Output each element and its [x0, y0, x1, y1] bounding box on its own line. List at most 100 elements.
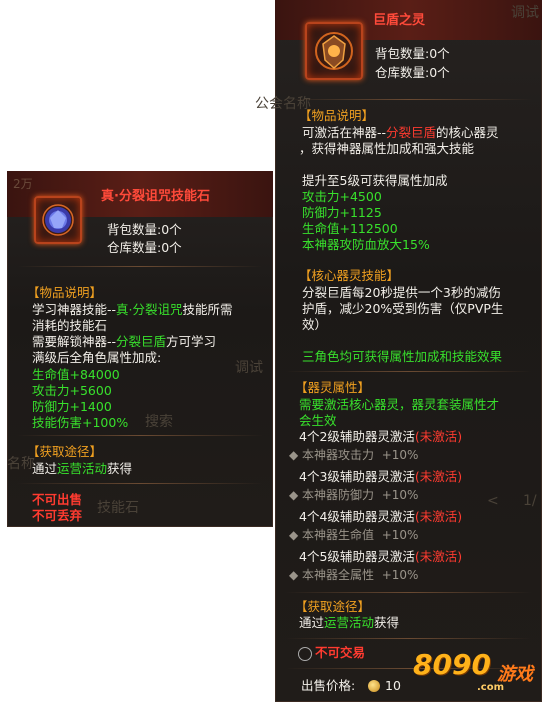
bg-nav-arrow: < — [487, 493, 499, 509]
right-need-line2: 会生效 — [299, 413, 337, 428]
artifact-skill-name: 真·分裂诅咒 — [116, 302, 183, 317]
bg-text-2wan: 2万 — [13, 177, 33, 191]
right-upgrade-note: 提升至5级可获得属性加成 — [302, 173, 448, 188]
bg-text-search: 搜索 — [145, 414, 173, 430]
text: 的核心器灵 — [436, 125, 499, 140]
flag-not-sellable: 不可出售 — [32, 492, 83, 507]
left-desc-line4: 满级后全角色属性加成: — [32, 350, 162, 365]
text: +10% — [381, 568, 419, 582]
inactive-state: (未激活) — [414, 429, 463, 444]
bg-text-debug: 调试 — [511, 5, 539, 21]
divider — [285, 371, 532, 372]
left-desc-line2: 消耗的技能石 — [32, 318, 108, 333]
text: 本神器全属性 — [302, 568, 375, 582]
right-stat-def: 防御力+1125 — [302, 205, 382, 220]
text: 通过 — [299, 615, 325, 630]
left-section-desc: 【物品说明】 — [27, 285, 103, 300]
left-desc-line3: 需要解锁神器--分裂巨盾方可学习 — [32, 334, 216, 350]
site-watermark: 8090 游戏 .com — [413, 648, 538, 698]
watermark-brand: 8090 — [413, 648, 491, 681]
set-bonus-3-attr: ◆ 本神器生命值 +10% — [289, 528, 419, 542]
set-bonus-2-attr: ◆ 本神器防御力 +10% — [289, 488, 419, 502]
shield-spirit-icon — [305, 22, 363, 80]
right-skill-line2: 护盾，减少20%受到伤害（仅PVP生 — [302, 301, 504, 316]
right-item-tooltip: 调试 巨盾之灵 背包数量:0个 仓库数量:0个 公会名称 【物品说明】 可激活在… — [255, 0, 542, 702]
right-desc-line1: 可激活在神器--分裂巨盾的核心器灵 — [302, 125, 499, 141]
text: 本神器攻击力 — [302, 448, 375, 462]
divider — [17, 483, 263, 484]
inactive-state: (未激活) — [414, 469, 463, 484]
text: +10% — [381, 528, 419, 542]
text: 本神器防御力 — [302, 488, 375, 502]
bg-page-indicator: 1/ — [523, 493, 537, 509]
left-item-tooltip: 2万 真·分裂诅咒技能石 背包数量:0个 仓库数量:0个 【物品说明】 学习神器… — [7, 171, 273, 527]
divider — [285, 638, 532, 639]
right-skill-line1: 分裂巨盾每20秒提供一个3秒的减伤 — [302, 285, 501, 300]
text: 4个2级辅助器灵激活 — [299, 429, 415, 444]
left-bag-count: 背包数量:0个 — [107, 222, 182, 237]
bg-text-tiaoshi: 调试 — [235, 360, 263, 376]
text: 获得 — [374, 615, 400, 630]
text: +10% — [381, 488, 419, 502]
right-section-spirit-attr: 【器灵属性】 — [295, 380, 371, 395]
right-section-obtain: 【获取途径】 — [295, 599, 371, 614]
artifact-name: 分裂巨盾 — [386, 125, 437, 140]
text: 通过 — [32, 461, 58, 476]
divider — [285, 99, 532, 100]
inactive-state: (未激活) — [414, 549, 463, 564]
no-trade-icon — [298, 647, 312, 661]
divider — [285, 592, 532, 593]
text: 4个4级辅助器灵激活 — [299, 509, 415, 524]
watermark-domain: .com — [477, 682, 505, 693]
left-stat-hp: 生命值+84000 — [32, 367, 120, 382]
right-section-desc: 【物品说明】 — [299, 108, 375, 123]
text: 可激活在神器-- — [302, 125, 387, 140]
right-item-title: 巨盾之灵 — [373, 13, 426, 28]
text: 技能所需 — [182, 302, 233, 317]
flag-not-droppable: 不可丢弃 — [32, 508, 83, 523]
set-bonus-2: 4个3级辅助器灵激活(未激活) — [299, 469, 462, 485]
left-desc-line1: 学习神器技能--真·分裂诅咒技能所需 — [32, 302, 233, 318]
right-obtain-line: 通过运营活动获得 — [299, 615, 399, 631]
left-store-count: 仓库数量:0个 — [107, 240, 182, 255]
left-item-title: 真·分裂诅咒技能石 — [101, 189, 210, 204]
set-bonus-1: 4个2级辅助器灵激活(未激活) — [299, 429, 462, 445]
text: 4个3级辅助器灵激活 — [299, 469, 415, 484]
right-stat-amplify: 本神器攻防血放大15% — [302, 237, 430, 252]
set-bonus-1-attr: ◆ 本神器攻击力 +10% — [289, 448, 419, 462]
flag-not-tradable: 不可交易 — [315, 645, 366, 660]
divider — [17, 266, 263, 267]
artifact-name: 分裂巨盾 — [116, 334, 167, 349]
right-need-line1: 需要激活核心器灵，器灵套装属性才 — [299, 397, 500, 412]
text: 本神器生命值 — [302, 528, 375, 542]
right-store-count: 仓库数量:0个 — [375, 65, 450, 80]
left-stat-def: 防御力+1400 — [32, 399, 112, 414]
text: 4个5级辅助器灵激活 — [299, 549, 415, 564]
right-bag-count: 背包数量:0个 — [375, 46, 450, 61]
text: 学习神器技能-- — [32, 302, 117, 317]
event-link: 运营活动 — [57, 461, 108, 476]
right-desc-line2: ，获得神器属性加成和强大技能 — [299, 141, 475, 156]
right-section-core-skill: 【核心器灵技能】 — [299, 268, 400, 283]
text: 获得 — [107, 461, 133, 476]
text: 需要解锁神器-- — [32, 334, 117, 349]
divider — [17, 435, 263, 436]
set-bonus-4: 4个5级辅助器灵激活(未激活) — [299, 549, 462, 565]
inactive-state: (未激活) — [414, 509, 463, 524]
set-bonus-4-attr: ◆ 本神器全属性 +10% — [289, 568, 419, 582]
set-bonus-3: 4个4级辅助器灵激活(未激活) — [299, 509, 462, 525]
event-link: 运营活动 — [324, 615, 375, 630]
price-value: 10 — [385, 678, 401, 693]
left-section-obtain: 【获取途径】 — [27, 444, 103, 459]
bg-text-skill-stone: 技能石 — [97, 500, 139, 516]
right-stat-hp: 生命值+112500 — [302, 221, 398, 236]
gold-coin-icon — [368, 680, 380, 692]
left-obtain-line: 通过运营活动获得 — [32, 461, 132, 477]
right-bonus-note: 三角色均可获得属性加成和技能效果 — [302, 349, 503, 364]
right-stat-atk: 攻击力+4500 — [302, 189, 382, 204]
text: 方可学习 — [166, 334, 217, 349]
right-skill-line3: 效） — [302, 317, 328, 332]
price-label: 出售价格: — [301, 678, 356, 693]
left-stat-atk: 攻击力+5600 — [32, 383, 112, 398]
left-stat-skill-dmg: 技能伤害+100% — [32, 415, 129, 430]
